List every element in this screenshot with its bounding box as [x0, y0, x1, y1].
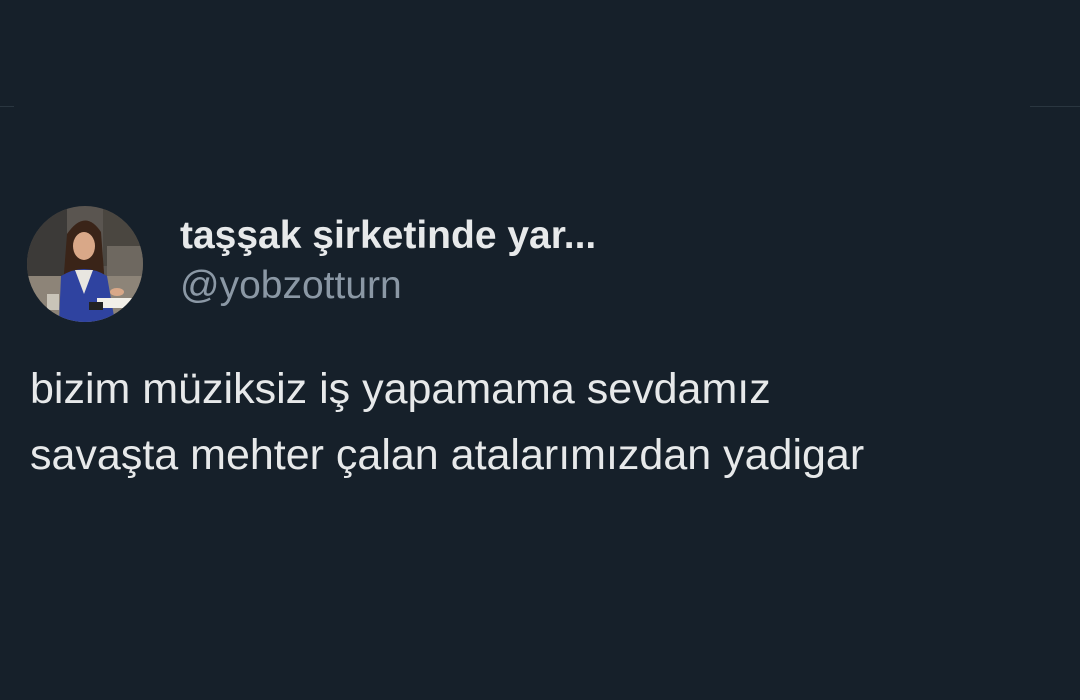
user-handle[interactable]: @yobzotturn: [180, 264, 402, 308]
tweet-text-line: savaşta mehter çalan atalarımızdan yadig…: [30, 431, 865, 479]
tweet-text: bizim müziksiz iş yapamama sevdamız sava…: [30, 356, 1075, 488]
profile-photo-icon: [27, 206, 143, 322]
tweet-text-line: bizim müziksiz iş yapamama sevdamız: [30, 365, 771, 413]
display-name[interactable]: taşşak şirketinde yar...: [180, 214, 596, 258]
tweet-card: taşşak şirketinde yar... @yobzotturn biz…: [0, 0, 1080, 700]
avatar[interactable]: [27, 206, 143, 322]
